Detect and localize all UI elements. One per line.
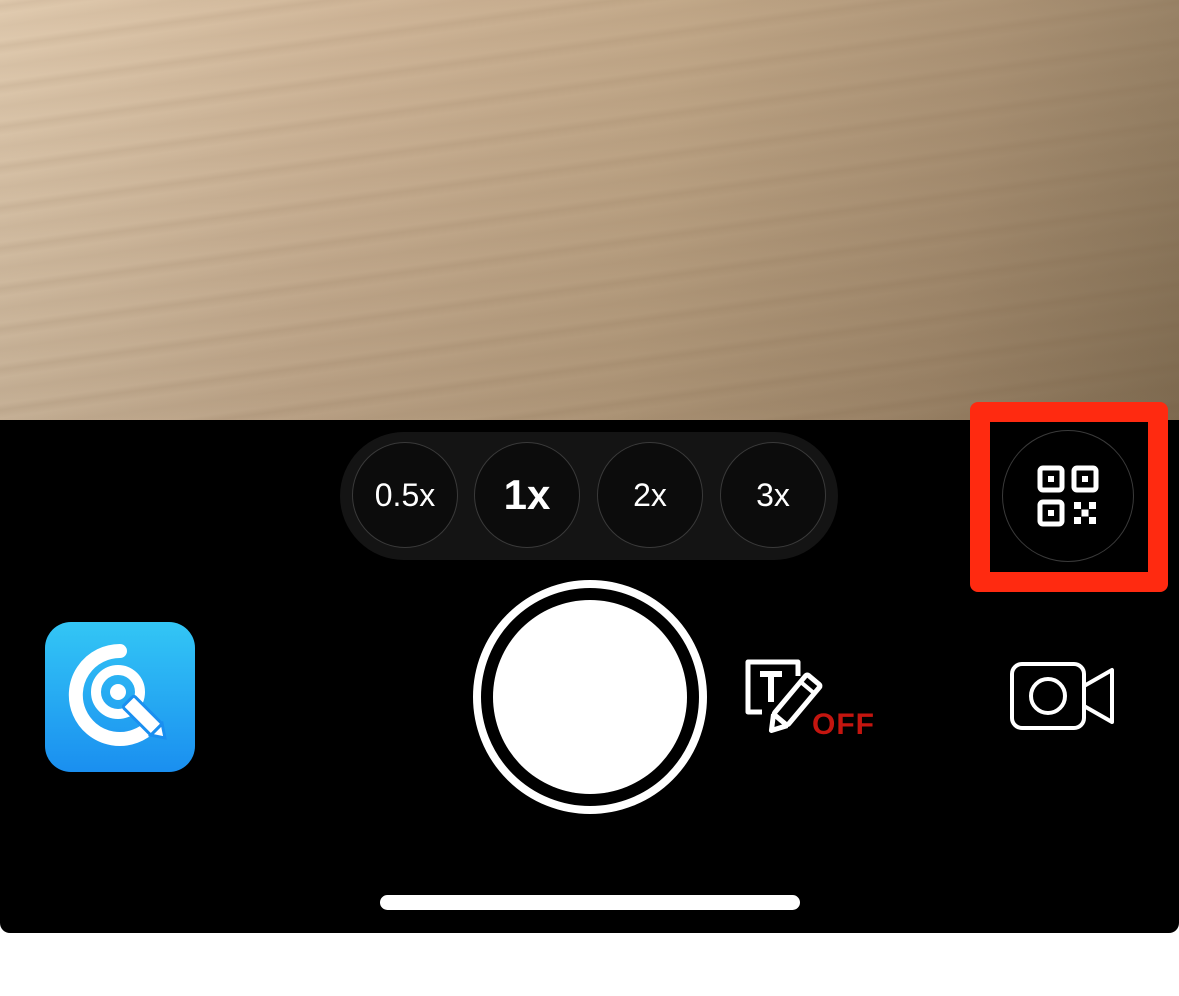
shutter-button[interactable] (473, 580, 707, 814)
zoom-3x-button[interactable]: 3x (720, 442, 826, 548)
camera-screen: 0.5x 1x 2x 3x OFF (0, 0, 1179, 933)
qr-code-icon (1037, 465, 1099, 527)
qr-scan-button[interactable] (1002, 430, 1134, 562)
home-indicator[interactable] (380, 895, 800, 910)
zoom-1x-button[interactable]: 1x (474, 442, 580, 548)
text-recognition-status: OFF (812, 708, 875, 741)
shutter-inner (493, 600, 687, 794)
video-camera-icon (1010, 662, 1114, 730)
zoom-selector: 0.5x 1x 2x 3x (340, 432, 838, 560)
zoom-2x-button[interactable]: 2x (597, 442, 703, 548)
zoom-0-5x-button[interactable]: 0.5x (352, 442, 458, 548)
video-mode-button[interactable] (1008, 660, 1118, 734)
camera-viewfinder[interactable] (0, 0, 1179, 420)
text-recognition-toggle[interactable]: OFF (742, 656, 882, 746)
app-shortcut-icon[interactable] (45, 622, 195, 772)
camera-pen-icon (68, 643, 167, 746)
